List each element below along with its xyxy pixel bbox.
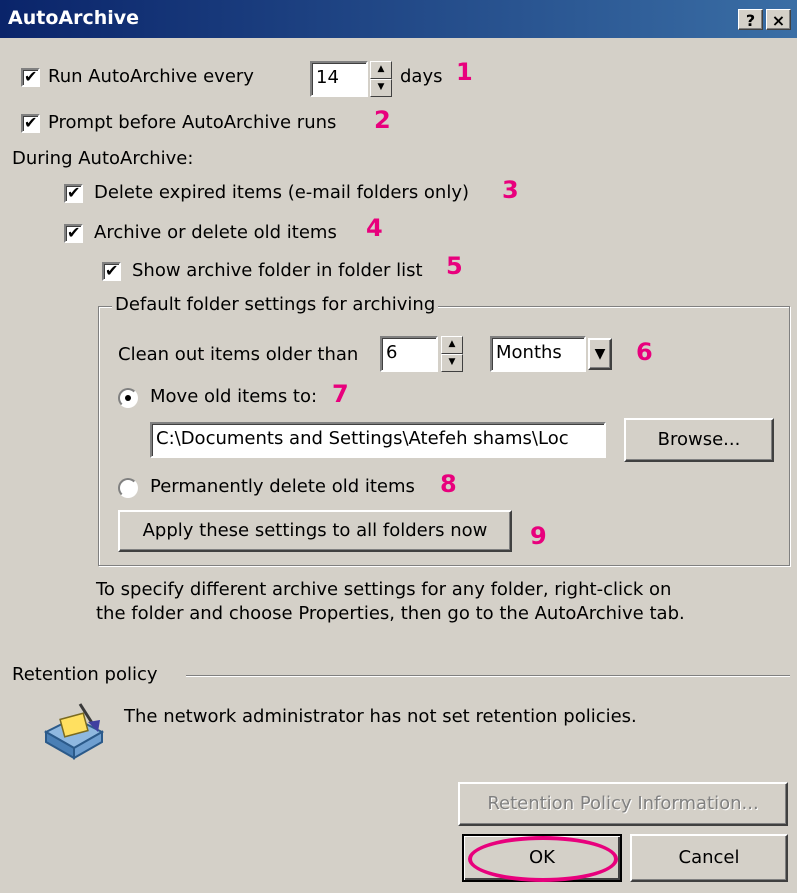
annotation-marker: 5 — [446, 252, 463, 280]
run-autoarchive-checkbox[interactable]: ✔ — [21, 67, 40, 87]
spin-up-icon[interactable]: ▲ — [441, 336, 463, 354]
checkmark-icon: ✔ — [24, 113, 38, 132]
annotation-marker: 1 — [456, 58, 473, 86]
delete-expired-checkbox[interactable]: ✔ — [64, 183, 83, 203]
show-folder-label: Show archive folder in folder list — [132, 260, 423, 281]
spin-up-icon[interactable]: ▲ — [370, 61, 392, 79]
browse-button[interactable]: Browse... — [624, 418, 774, 462]
group-title: Default folder settings for archiving — [112, 294, 439, 315]
spin-down-icon[interactable]: ▼ — [441, 354, 463, 372]
annotation-marker: 6 — [636, 338, 653, 366]
show-folder-checkbox[interactable]: ✔ — [102, 261, 121, 281]
ok-button[interactable]: OK — [462, 834, 622, 882]
annotation-marker: 9 — [530, 522, 547, 550]
permanently-delete-radio[interactable] — [118, 478, 138, 498]
apply-to-all-folders-button[interactable]: Apply these settings to all folders now — [118, 510, 512, 552]
annotation-marker: 7 — [332, 380, 349, 408]
radio-dot-icon — [125, 395, 131, 401]
archive-path-input[interactable]: C:\Documents and Settings\Atefeh shams\L… — [150, 422, 606, 458]
title-bar: AutoArchive ? × — [0, 0, 797, 38]
delete-expired-label: Delete expired items (e-mail folders onl… — [94, 182, 470, 203]
permanently-delete-label: Permanently delete old items — [150, 476, 415, 497]
during-autoarchive-label: During AutoArchive: — [12, 148, 194, 169]
move-old-items-label: Move old items to: — [150, 386, 318, 407]
retention-divider — [186, 675, 790, 677]
days-unit-label: days — [400, 66, 443, 87]
annotation-marker: 3 — [502, 176, 519, 204]
retention-policy-icon — [40, 702, 106, 760]
spin-down-icon[interactable]: ▼ — [370, 79, 392, 97]
annotation-marker: 4 — [366, 214, 383, 242]
checkmark-icon: ✔ — [105, 261, 119, 280]
clean-out-label: Clean out items older than — [118, 344, 359, 365]
days-spinner[interactable]: ▲ ▼ — [370, 61, 392, 97]
retention-message: The network administrator has not set re… — [124, 706, 637, 727]
retention-policy-info-button[interactable]: Retention Policy Information... — [458, 782, 788, 826]
prompt-label: Prompt before AutoArchive runs — [48, 112, 337, 133]
help-button[interactable]: ? — [738, 9, 763, 30]
info-text: To specify different archive settings fo… — [96, 579, 685, 624]
run-autoarchive-label: Run AutoArchive every — [48, 66, 254, 87]
archive-old-label: Archive or delete old items — [94, 222, 337, 243]
cancel-button[interactable]: Cancel — [630, 834, 788, 882]
checkmark-icon: ✔ — [24, 67, 38, 86]
annotation-marker: 2 — [374, 106, 391, 134]
window-title: AutoArchive — [8, 7, 140, 29]
prompt-checkbox[interactable]: ✔ — [21, 113, 40, 133]
checkmark-icon: ✔ — [67, 223, 81, 242]
annotation-marker: 8 — [440, 470, 457, 498]
clean-out-spinner[interactable]: ▲ ▼ — [441, 336, 463, 372]
clean-out-value-input[interactable]: 6 — [380, 336, 438, 372]
move-old-items-radio[interactable] — [118, 388, 138, 408]
retention-policy-title: Retention policy — [12, 664, 162, 685]
archive-old-checkbox[interactable]: ✔ — [64, 223, 83, 243]
period-select[interactable]: Months — [490, 336, 586, 372]
close-button[interactable]: × — [766, 9, 791, 30]
autoarchive-days-input[interactable]: 14 — [310, 61, 368, 97]
checkmark-icon: ✔ — [67, 183, 81, 202]
chevron-down-icon[interactable]: ▼ — [588, 338, 612, 370]
